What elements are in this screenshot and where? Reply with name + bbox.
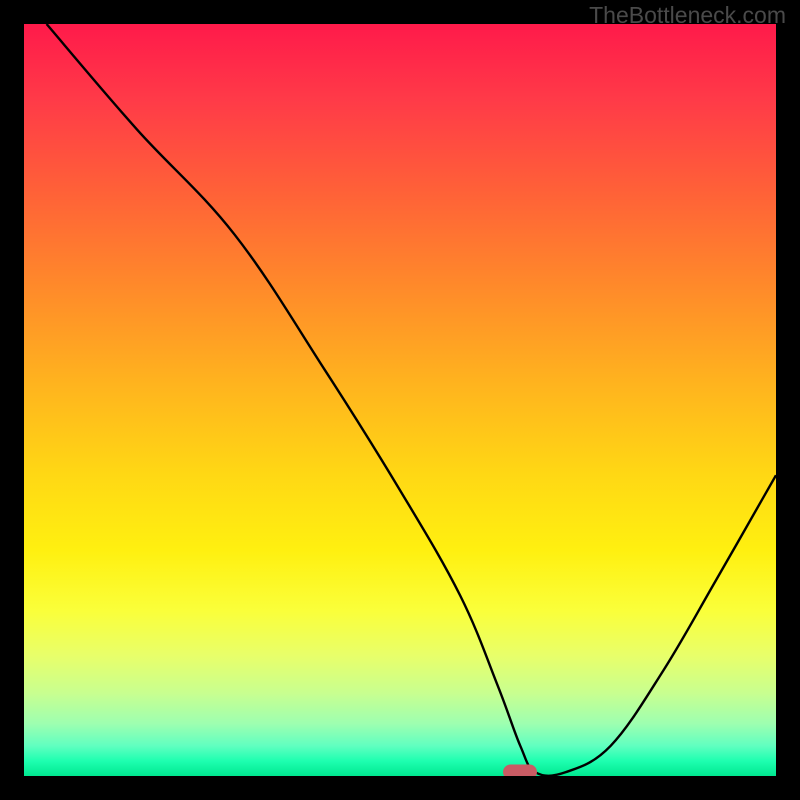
chart-line-series [24,24,776,776]
chart-plot-area [24,24,776,776]
chart-marker [503,765,537,776]
watermark-text: TheBottleneck.com [589,2,786,29]
